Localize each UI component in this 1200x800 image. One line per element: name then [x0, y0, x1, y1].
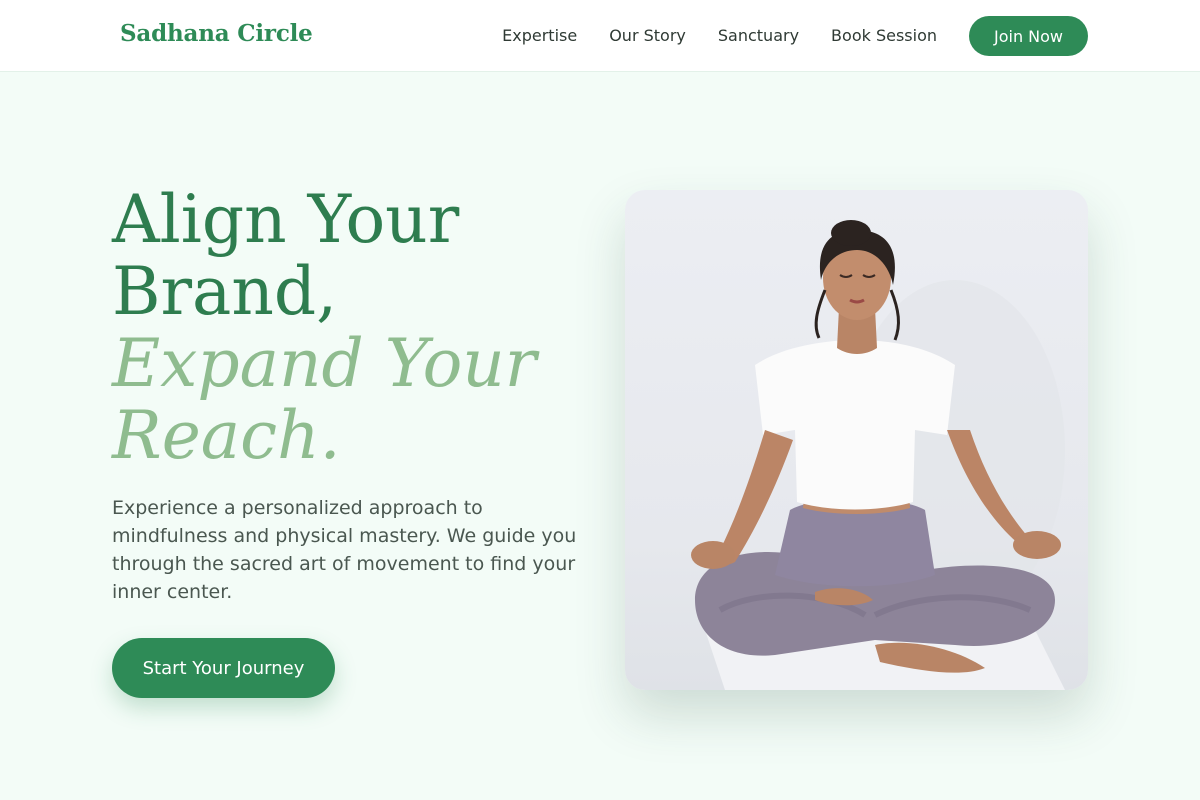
nav-links: Expertise Our Story Sanctuary Book Sessi…: [502, 26, 937, 45]
brand-logo[interactable]: Sadhana Circle: [120, 20, 313, 47]
nav-link-our-story[interactable]: Our Story: [609, 26, 686, 45]
hero-title-line-4: Reach.: [112, 397, 341, 474]
join-now-button[interactable]: Join Now: [969, 16, 1088, 56]
nav-link-book-session[interactable]: Book Session: [831, 26, 937, 45]
meditation-photo: [625, 190, 1088, 690]
nav-link-sanctuary[interactable]: Sanctuary: [718, 26, 799, 45]
hero-title-line-3: Expand Your: [112, 325, 537, 402]
top-navbar: Sadhana Circle Expertise Our Story Sanct…: [0, 0, 1200, 72]
hero-title-line-1: Align Your: [112, 181, 460, 258]
hero-title-line-2: Brand,: [112, 253, 338, 330]
start-journey-button[interactable]: Start Your Journey: [112, 638, 335, 698]
hero-title: Align Your Brand, Expand Your Reach.: [112, 184, 592, 472]
nav-link-expertise[interactable]: Expertise: [502, 26, 577, 45]
hero-description: Experience a personalized approach to mi…: [112, 497, 577, 603]
